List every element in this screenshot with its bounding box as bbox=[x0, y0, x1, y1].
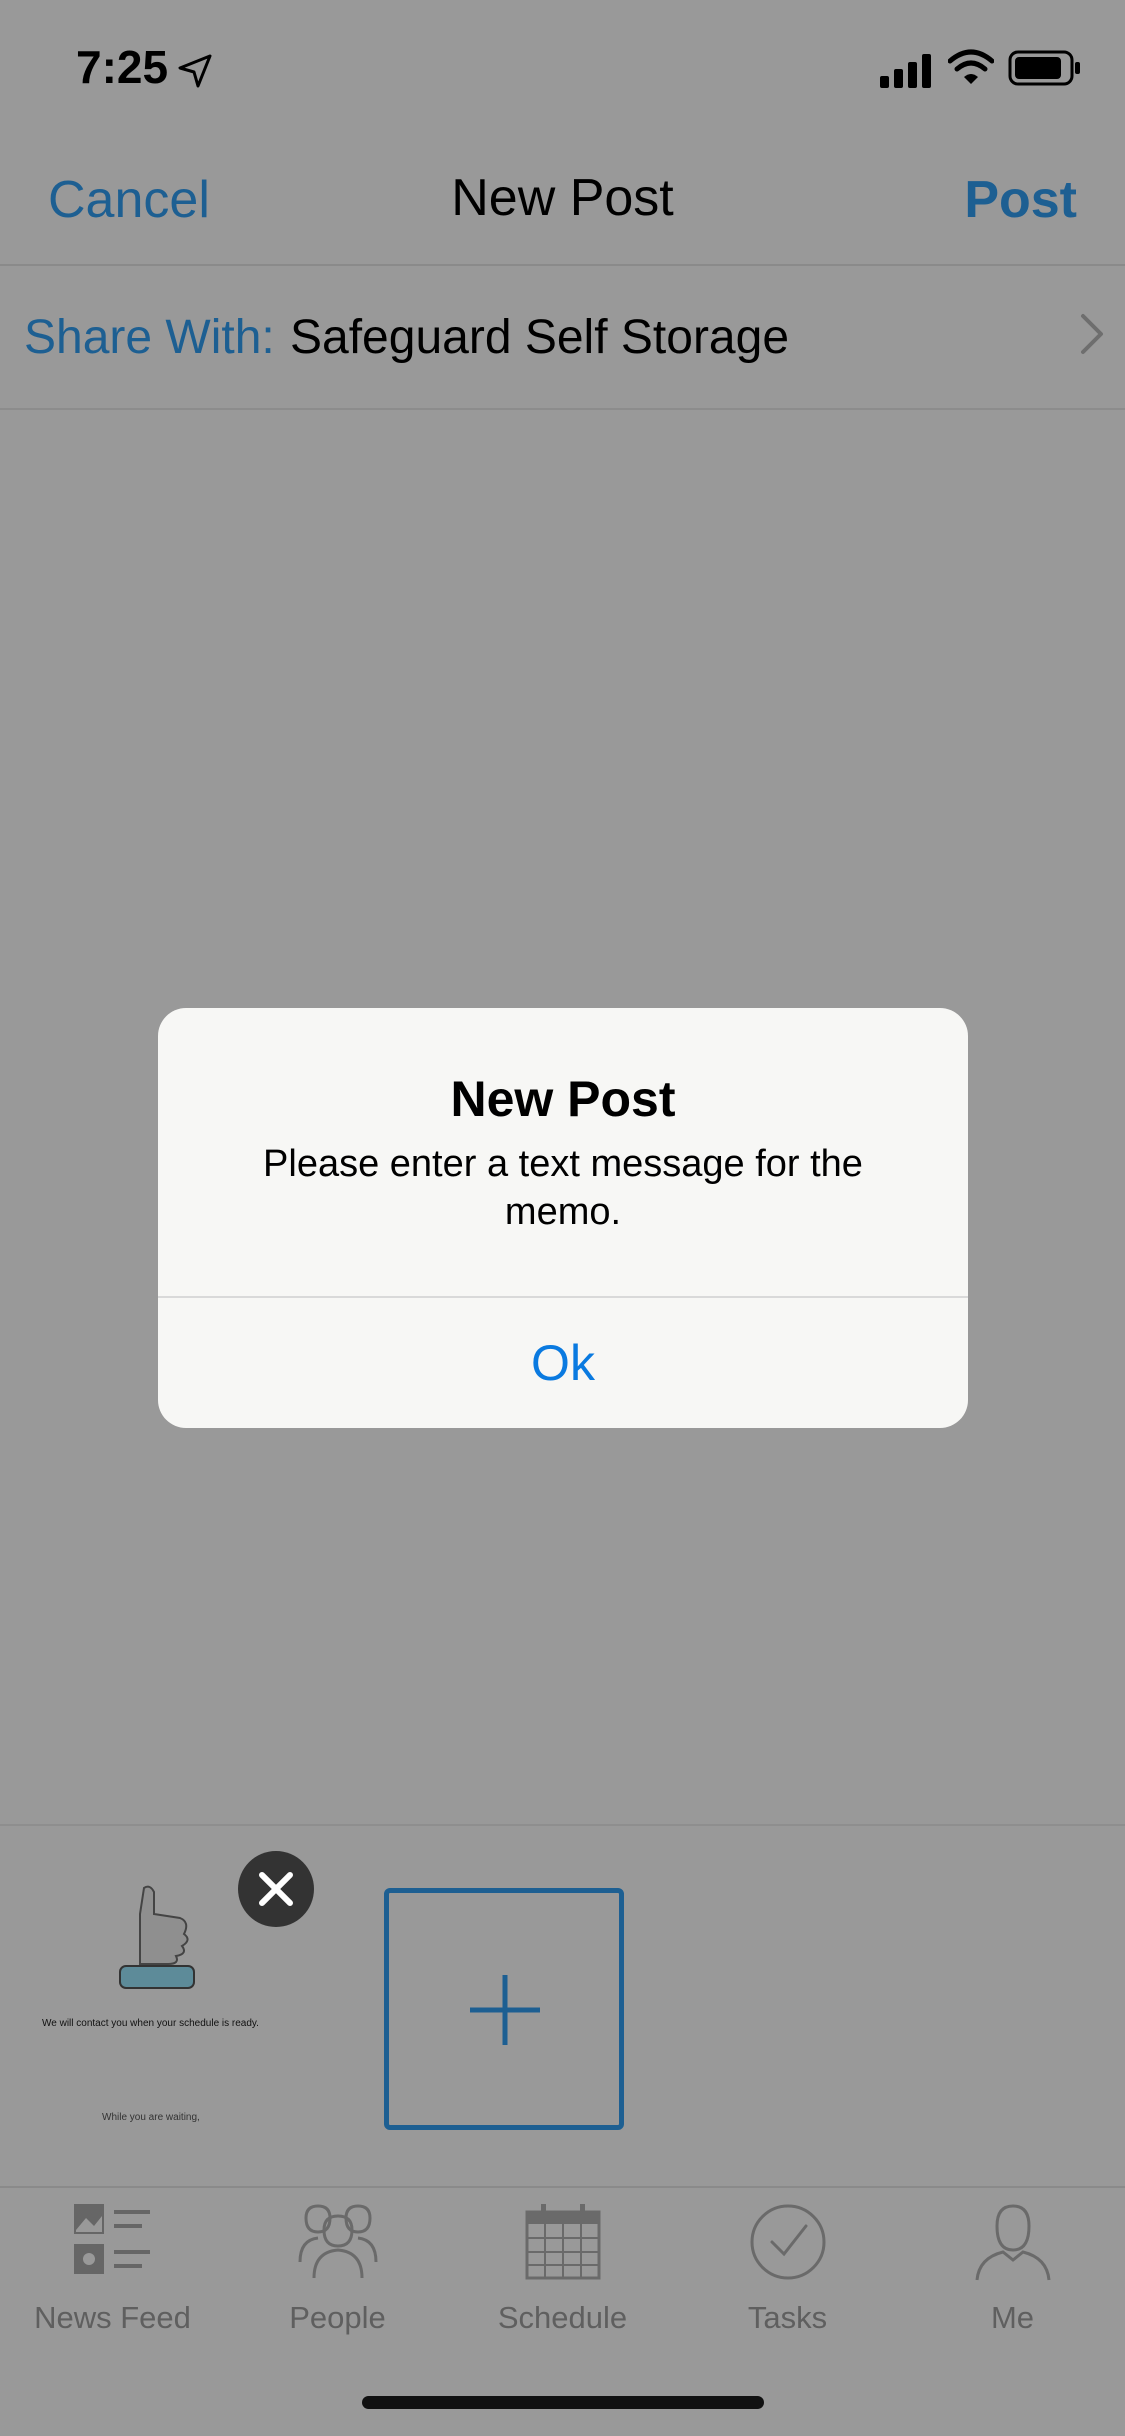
attachment-caption: We will contact you when your schedule i… bbox=[42, 2018, 259, 2029]
tab-people[interactable]: People bbox=[225, 2196, 450, 2346]
tab-tasks[interactable]: Tasks bbox=[675, 2196, 900, 2346]
alert-dialog: New Post Please enter a text message for… bbox=[158, 1008, 968, 1428]
person-icon bbox=[975, 2204, 1050, 2281]
cellular-signal-icon bbox=[880, 54, 931, 88]
alert-message: Please enter a text message for the memo… bbox=[263, 1143, 863, 1233]
attachment-divider bbox=[0, 1824, 1125, 1826]
close-icon bbox=[259, 1872, 293, 1906]
tab-label: People bbox=[289, 2300, 386, 2335]
thumbs-up-illustration bbox=[119, 1885, 195, 1989]
chevron-right-icon bbox=[1081, 314, 1103, 354]
share-with-label: Share With: bbox=[24, 311, 275, 364]
ok-button[interactable]: Ok bbox=[158, 1298, 968, 1428]
attachment-caption-secondary: While you are waiting, bbox=[102, 2112, 200, 2123]
plus-icon bbox=[470, 1975, 540, 2045]
calendar-icon bbox=[525, 2204, 600, 2280]
tab-label: Me bbox=[990, 2300, 1035, 2335]
add-attachment-button[interactable] bbox=[384, 1888, 624, 2130]
home-indicator[interactable] bbox=[362, 2396, 764, 2409]
share-with-value: Safeguard Self Storage bbox=[290, 311, 790, 364]
news-feed-icon bbox=[73, 2204, 150, 2274]
tab-label: News Feed bbox=[34, 2300, 191, 2335]
people-icon bbox=[298, 2204, 377, 2279]
battery-icon bbox=[1008, 50, 1080, 86]
tab-label: Schedule bbox=[497, 2300, 628, 2335]
alert-title: New Post bbox=[450, 1071, 676, 1127]
tab-schedule[interactable]: Schedule bbox=[450, 2196, 675, 2346]
checkmark-icon bbox=[750, 2204, 825, 2280]
tab-bar-divider bbox=[0, 2186, 1125, 2188]
tab-label: Tasks bbox=[747, 2300, 828, 2335]
wifi-icon bbox=[948, 49, 994, 84]
share-divider bbox=[0, 408, 1125, 410]
remove-attachment-button[interactable] bbox=[238, 1851, 314, 1927]
location-arrow-icon bbox=[178, 54, 212, 88]
cancel-button[interactable]: Cancel bbox=[48, 170, 210, 230]
tab-me[interactable]: Me bbox=[900, 2196, 1125, 2346]
share-with-row[interactable]: Share With: Safeguard Self Storage bbox=[0, 266, 1125, 408]
status-time: 7:25 bbox=[76, 41, 169, 93]
tab-news-feed[interactable]: News Feed bbox=[0, 2196, 225, 2346]
post-button[interactable]: Post bbox=[964, 170, 1077, 230]
